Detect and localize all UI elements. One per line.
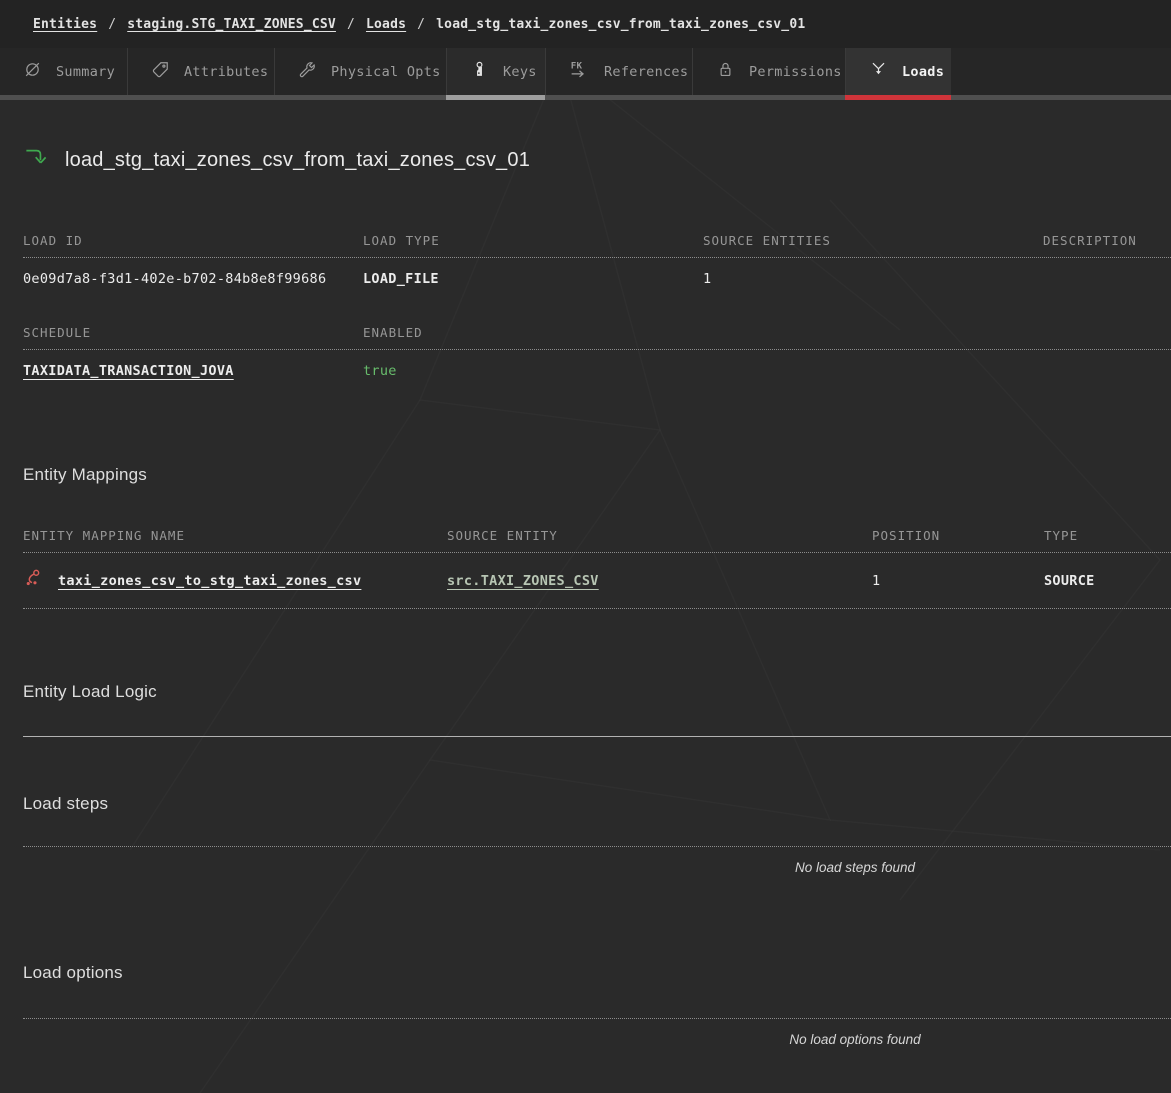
tag-icon: [151, 60, 170, 83]
table-row: TAXIDATA_TRANSACTION_JOVA true: [23, 350, 1171, 398]
column-header-position: POSITION: [872, 528, 1044, 543]
merge-arrow-icon: [869, 60, 888, 83]
breadcrumb-loads[interactable]: Loads: [366, 17, 406, 32]
tab-attributes[interactable]: Attributes: [127, 48, 274, 95]
entity-mappings-table: ENTITY MAPPING NAME SOURCE ENTITY POSITI…: [23, 528, 1171, 609]
column-header-type: TYPE: [1044, 528, 1171, 543]
table-row: 0e09d7a8-f3d1-402e-b702-84b8e8f99686 LOA…: [23, 258, 1171, 306]
load-steps-heading: Load steps: [23, 794, 1171, 814]
entity-mapping-icon: [23, 568, 44, 593]
tab-summary[interactable]: Summary: [0, 48, 127, 95]
enabled-value: true: [363, 363, 703, 379]
tab-underline-strip: [0, 95, 1171, 100]
tab-label: Keys: [503, 64, 537, 80]
breadcrumb-entity[interactable]: staging.STG_TAXI_ZONES_CSV: [127, 17, 336, 32]
column-header-load-type: LOAD TYPE: [363, 233, 703, 248]
tab-label: Physical Opts: [331, 64, 441, 80]
entity-mapping-name-link[interactable]: taxi_zones_csv_to_stg_taxi_zones_csv: [58, 573, 361, 589]
tab-keys-underline: [446, 95, 545, 100]
column-header-enabled: ENABLED: [363, 325, 703, 340]
load-options-empty-message: No load options found: [789, 1032, 920, 1047]
key-icon: [470, 60, 489, 83]
tab-bar: Summary Attributes Physical Opts: [0, 48, 1171, 95]
source-entities-value: 1: [703, 271, 1043, 287]
tab-references[interactable]: FK References: [545, 48, 692, 95]
tab-label: Permissions: [749, 64, 842, 80]
load-id-value: 0e09d7a8-f3d1-402e-b702-84b8e8f99686: [23, 271, 363, 287]
source-entity-link[interactable]: src.TAXI_ZONES_CSV: [447, 573, 872, 589]
slashed-circle-icon: [23, 60, 42, 83]
column-header-entity-mapping-name: ENTITY MAPPING NAME: [23, 528, 447, 543]
lock-icon: [716, 60, 735, 83]
description-value: [1043, 271, 1171, 287]
page-title-row: load_stg_taxi_zones_csv_from_taxi_zones_…: [23, 145, 1171, 176]
table-row: taxi_zones_csv_to_stg_taxi_zones_csv src…: [23, 553, 1171, 609]
breadcrumb-entities[interactable]: Entities: [33, 17, 97, 32]
load-schedule-table: SCHEDULE ENABLED TAXIDATA_TRANSACTION_JO…: [23, 325, 1171, 398]
column-header-source-entity: SOURCE ENTITY: [447, 528, 872, 543]
breadcrumb: Entities / staging.STG_TAXI_ZONES_CSV / …: [0, 0, 1171, 48]
tab-label: Attributes: [184, 64, 268, 80]
wrench-icon: [298, 60, 317, 83]
breadcrumb-separator: /: [108, 17, 116, 32]
breadcrumb-current-load: load_stg_taxi_zones_csv_from_taxi_zones_…: [436, 17, 805, 32]
page-title: load_stg_taxi_zones_csv_from_taxi_zones_…: [65, 149, 530, 172]
tab-keys[interactable]: Keys: [446, 48, 545, 95]
tab-physical-opts[interactable]: Physical Opts: [274, 48, 446, 95]
tab-loads-active[interactable]: Loads: [845, 48, 951, 95]
column-header-description: DESCRIPTION: [1043, 233, 1171, 248]
load-type-value: LOAD_FILE: [363, 271, 703, 287]
schedule-link[interactable]: TAXIDATA_TRANSACTION_JOVA: [23, 363, 363, 379]
load-steps-empty-message: No load steps found: [795, 860, 915, 875]
tab-label: Loads: [902, 64, 944, 80]
load-details-table: LOAD ID LOAD TYPE SOURCE ENTITIES DESCRI…: [23, 233, 1171, 306]
column-header-load-id: LOAD ID: [23, 233, 363, 248]
fk-arrow-icon: FK: [569, 59, 590, 84]
tab-permissions[interactable]: Permissions: [692, 48, 845, 95]
breadcrumb-separator: /: [417, 17, 425, 32]
section-divider: [23, 736, 1171, 737]
tab-loads-active-underline: [845, 95, 951, 100]
tab-label: Summary: [56, 64, 115, 80]
load-options-empty-state: No load options found: [0, 1019, 1171, 1053]
load-arrow-icon: [23, 145, 50, 176]
column-header-source-entities: SOURCE ENTITIES: [703, 233, 1043, 248]
type-value: SOURCE: [1044, 573, 1171, 589]
entity-load-logic-heading: Entity Load Logic: [23, 682, 1171, 702]
load-options-heading: Load options: [23, 963, 1171, 983]
tab-label: References: [604, 64, 688, 80]
position-value: 1: [872, 573, 1044, 589]
svg-text:FK: FK: [571, 61, 583, 72]
load-steps-empty-state: No load steps found: [0, 847, 1171, 881]
entity-mappings-heading: Entity Mappings: [23, 465, 1171, 485]
column-header-schedule: SCHEDULE: [23, 325, 363, 340]
breadcrumb-separator: /: [347, 17, 355, 32]
